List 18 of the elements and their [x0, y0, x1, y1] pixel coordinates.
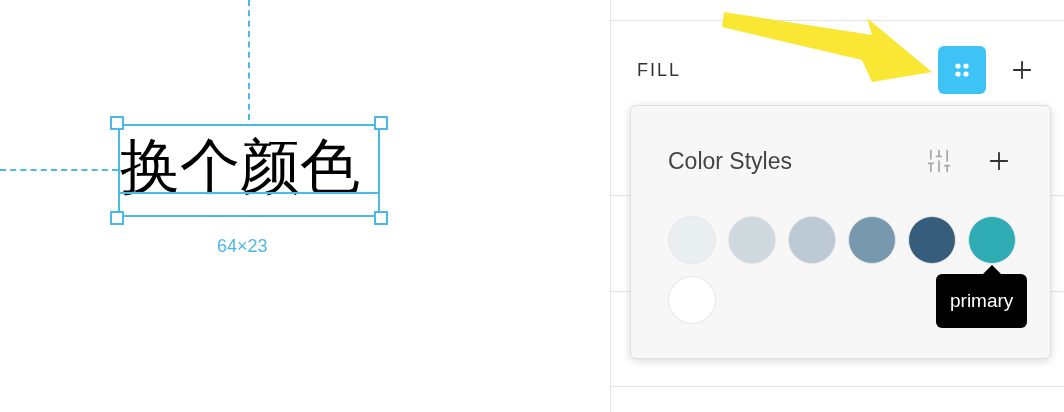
- popover-title: Color Styles: [668, 146, 793, 176]
- color-swatch[interactable]: [728, 216, 776, 264]
- color-swatch[interactable]: [968, 216, 1016, 264]
- resize-handle[interactable]: [110, 116, 124, 130]
- color-swatch[interactable]: [848, 216, 896, 264]
- grid-dots-icon: [954, 62, 970, 78]
- color-swatch[interactable]: [908, 216, 956, 264]
- resize-handle[interactable]: [110, 211, 124, 225]
- color-swatch[interactable]: [788, 216, 836, 264]
- color-swatch[interactable]: [668, 276, 716, 324]
- resize-handle[interactable]: [374, 211, 388, 225]
- styles-button[interactable]: [938, 46, 986, 94]
- sliders-icon[interactable]: [925, 147, 953, 175]
- size-label: 64×23: [217, 235, 268, 258]
- layer-text: 换个颜色: [120, 136, 360, 196]
- tooltip: primary: [936, 274, 1028, 328]
- resize-handle[interactable]: [374, 116, 388, 130]
- section-label: FILL: [637, 58, 683, 82]
